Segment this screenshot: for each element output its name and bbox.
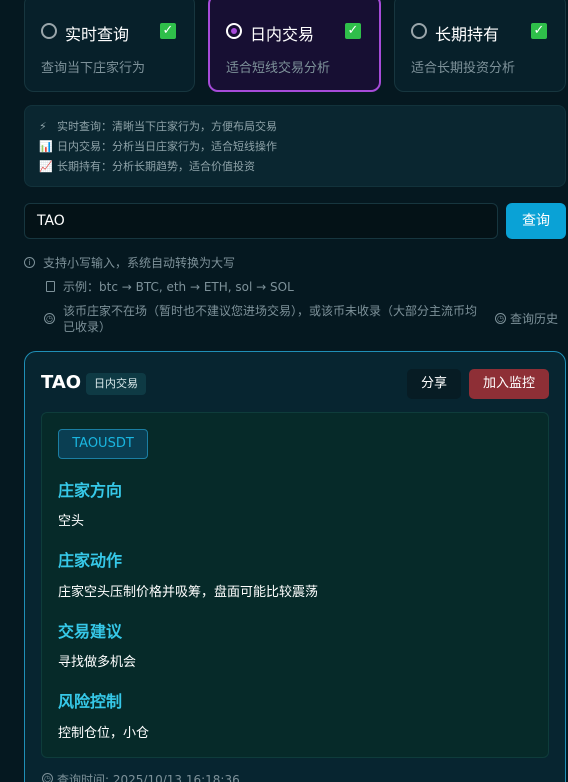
- lightning-icon: ⚡: [39, 120, 47, 133]
- mode-desc: 适合长期投资分析: [411, 61, 516, 76]
- info-icon: i: [24, 257, 35, 268]
- mode-title: 实时查询: [65, 25, 130, 44]
- checkbox-checked-icon[interactable]: ✓: [345, 23, 361, 39]
- mode-badge: 日内交易: [86, 373, 146, 395]
- symbol-search-input[interactable]: TAO: [24, 203, 498, 239]
- result-symbol: TAO: [41, 372, 82, 393]
- section-value-direction: 空头: [58, 514, 85, 529]
- clock-icon: ◷: [44, 313, 55, 324]
- bar-chart-icon: 📊: [39, 140, 53, 153]
- checkbox-checked-icon[interactable]: ✓: [531, 23, 547, 39]
- mode-tips-panel: ⚡ 实时查询：清晰当下庄家行为，方便布局交易 📊 日内交易：分析当日庄家行为，适合短…: [24, 105, 566, 187]
- query-button[interactable]: 查询: [506, 203, 566, 239]
- document-icon: [46, 281, 55, 292]
- mode-desc: 适合短线交易分析: [226, 61, 331, 76]
- trend-chart-icon: 📈: [39, 160, 53, 173]
- section-title-risk: 风险控制: [58, 692, 123, 711]
- tip-longterm: 📈 长期持有：分析长期趋势，适合价值投资: [39, 159, 255, 175]
- query-time: 查询时间: 2025/10/13 16:18:36: [57, 773, 240, 782]
- result-card: TAO 日内交易 分享 加入监控 TAOUSDT 庄家方向 空头 庄家动作 庄家…: [24, 351, 566, 782]
- history-clock-icon[interactable]: ◷: [495, 313, 506, 324]
- add-monitor-button[interactable]: 加入监控: [469, 369, 549, 399]
- longterm-radio[interactable]: [411, 23, 427, 39]
- section-value-action: 庄家空头压制价格并吸筹，盘面可能比较震荡: [58, 585, 319, 600]
- section-title-advice: 交易建议: [58, 622, 123, 641]
- share-button[interactable]: 分享: [407, 369, 461, 399]
- tip-intraday: 📊 日内交易：分析当日庄家行为，适合短线操作: [39, 139, 277, 155]
- section-value-risk: 控制仓位，小仓: [58, 726, 150, 741]
- checkbox-checked-icon[interactable]: ✓: [160, 23, 176, 39]
- tip-text: 日内交易：分析当日庄家行为，适合短线操作: [57, 140, 277, 153]
- mode-card-realtime[interactable]: 实时查询 ✓ 查询当下庄家行为: [24, 0, 195, 92]
- tip-realtime: ⚡ 实时查询：清晰当下庄家行为，方便布局交易: [39, 119, 277, 135]
- mode-desc: 查询当下庄家行为: [41, 61, 146, 76]
- example-hint: 示例：btc → BTC, eth → ETH, sol → SOL: [63, 280, 294, 294]
- mode-title: 日内交易: [250, 25, 315, 44]
- section-title-action: 庄家动作: [58, 551, 123, 570]
- warning-hint-line1: 该币庄家不在场（暂时也不建议您进场交易），或该币未收录（大部分主流币均: [63, 304, 478, 318]
- section-title-direction: 庄家方向: [58, 481, 123, 500]
- intraday-radio[interactable]: [226, 23, 242, 39]
- clock-icon: ◷: [42, 773, 53, 782]
- tip-text: 长期持有：分析长期趋势，适合价值投资: [57, 160, 255, 173]
- warning-hint-line2: 已收录）: [63, 320, 112, 334]
- realtime-radio[interactable]: [41, 23, 57, 39]
- mode-card-intraday[interactable]: 日内交易 ✓ 适合短线交易分析: [208, 0, 381, 92]
- query-history-link[interactable]: 查询历史: [510, 311, 558, 327]
- section-value-advice: 寻找做多机会: [58, 655, 137, 670]
- tip-text: 实时查询：清晰当下庄家行为，方便布局交易: [57, 120, 277, 133]
- trading-pair-tag: TAOUSDT: [58, 429, 148, 459]
- mode-title: 长期持有: [435, 25, 500, 44]
- lowercase-hint: 支持小写输入，系统自动转换为大写: [43, 256, 236, 270]
- mode-card-longterm[interactable]: 长期持有 ✓ 适合长期投资分析: [394, 0, 566, 92]
- analysis-panel: TAOUSDT 庄家方向 空头 庄家动作 庄家空头压制价格并吸筹，盘面可能比较震…: [41, 412, 549, 758]
